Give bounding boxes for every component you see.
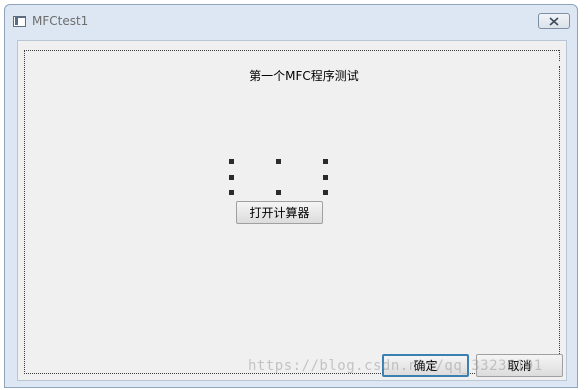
resize-handle-s[interactable] [276,190,281,195]
resize-handle-w[interactable] [229,175,234,180]
dialog-edit-frame-right [559,66,561,374]
static-text-label: 第一个MFC程序测试 [249,69,359,83]
dialog-edit-frame-tick [559,50,561,61]
dialog-client-area: 第一个MFC程序测试 打开计算器 确定 取消 [17,40,567,381]
open-calculator-button[interactable]: 打开计算器 [236,201,323,224]
title-bar[interactable]: MFCtest1 [5,5,577,35]
close-button[interactable] [538,13,570,29]
dialog-window: MFCtest1 第一个MFC程序测试 打开计算器 确定 取消 [4,4,578,388]
resize-handle-nw[interactable] [229,159,234,164]
close-icon [549,16,559,26]
resize-handle-ne[interactable] [323,159,328,164]
resize-handle-n[interactable] [276,159,281,164]
resize-handle-e[interactable] [323,175,328,180]
resize-handle-se[interactable] [323,190,328,195]
watermark-text: https://blog.csdn.net/qq_33236191 [248,358,543,374]
window-title: MFCtest1 [32,14,89,28]
app-icon [13,16,26,27]
resize-handle-sw[interactable] [229,190,234,195]
